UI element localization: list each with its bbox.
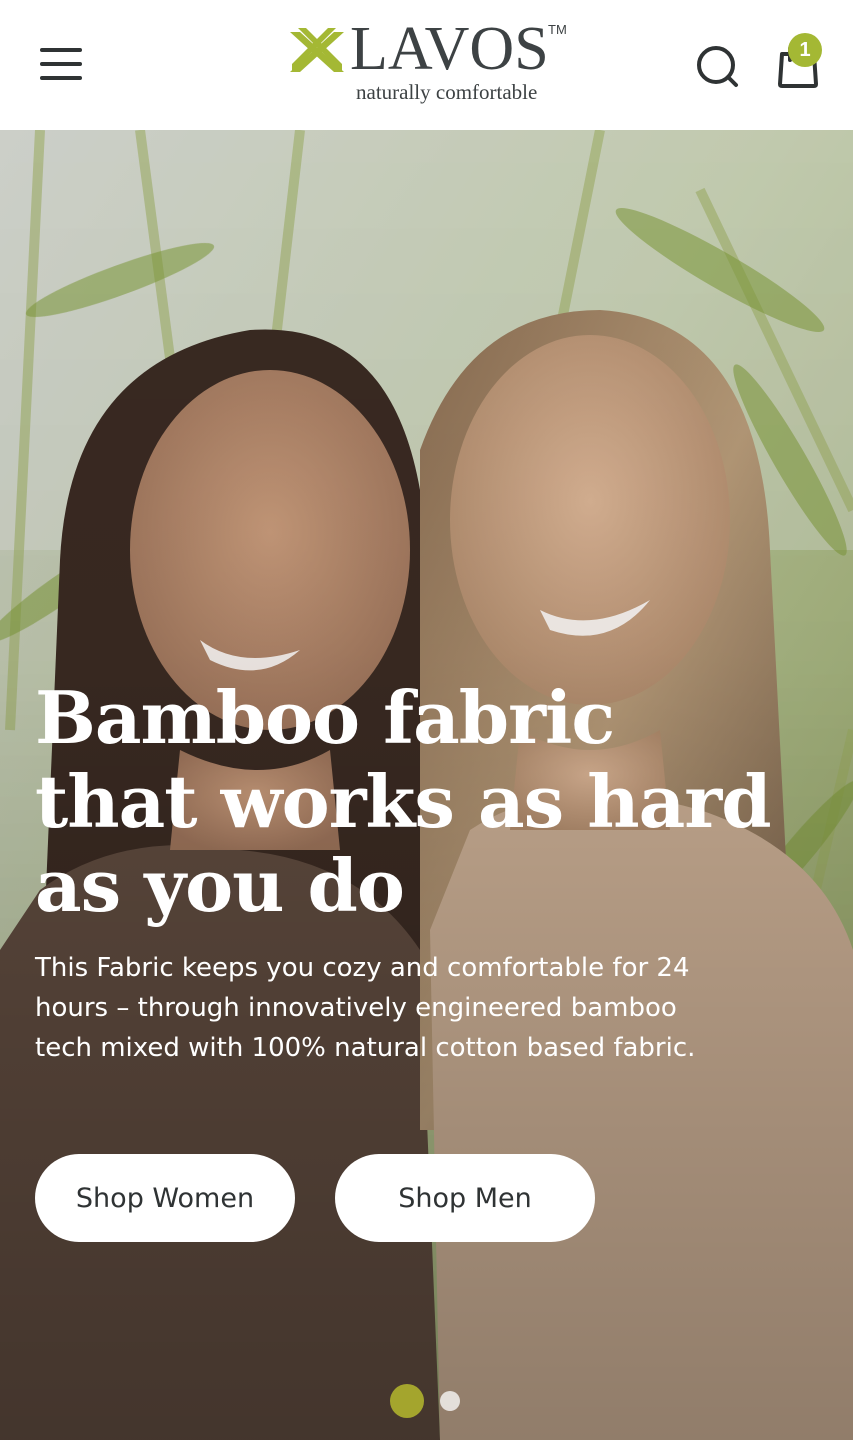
slide-dot-1[interactable]: [390, 1384, 424, 1418]
hero-headline-line: that works as hard: [35, 759, 772, 844]
menu-button[interactable]: [30, 38, 92, 90]
site-header: LAVOS TM naturally comfortable 1: [0, 0, 853, 130]
hamburger-line: [40, 62, 82, 66]
hero-headline-line: Bamboo fabric: [35, 675, 615, 760]
search-button[interactable]: [694, 43, 740, 89]
shop-women-button[interactable]: Shop Women: [35, 1154, 295, 1242]
hero-slider: Bamboo fabric that works as hard as you …: [0, 130, 853, 1440]
hero-headline: Bamboo fabric that works as hard as you …: [35, 676, 795, 928]
search-icon: [697, 46, 738, 87]
hero-headline-line: as you do: [35, 843, 405, 928]
cart-count-badge: 1: [788, 33, 822, 67]
brand-tagline: naturally comfortable: [356, 80, 538, 104]
slider-pagination: [390, 1384, 460, 1418]
logo-mark-icon: [290, 28, 344, 72]
trademark-symbol: TM: [548, 22, 567, 37]
hamburger-line: [40, 76, 82, 80]
hamburger-line: [40, 48, 82, 52]
shop-men-button[interactable]: Shop Men: [335, 1154, 595, 1242]
brand-logo[interactable]: LAVOS TM naturally comfortable: [286, 15, 576, 114]
brand-name: LAVOS: [350, 15, 549, 83]
hero-description: This Fabric keeps you cozy and comfortab…: [35, 953, 696, 1063]
slide-dot-2[interactable]: [440, 1391, 460, 1411]
